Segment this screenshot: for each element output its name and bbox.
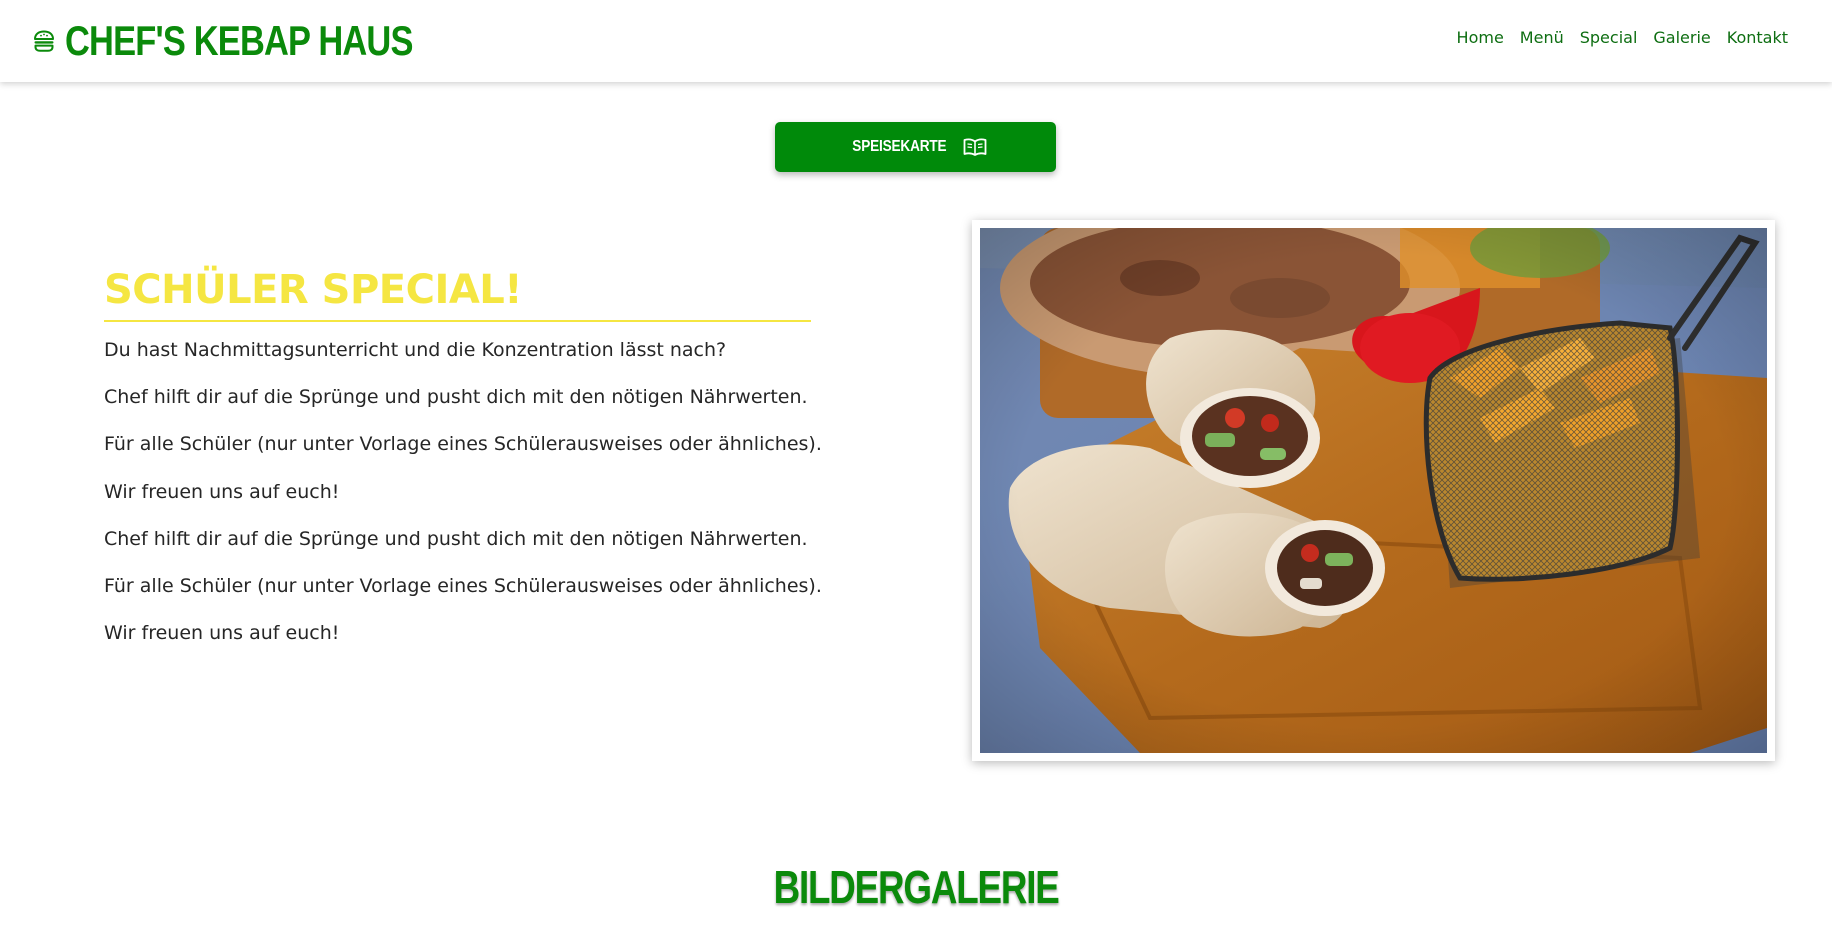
gallery-title: BILDERGALERIE <box>773 861 1060 913</box>
nav-link-home[interactable]: Home <box>1457 28 1504 47</box>
special-text-line: Für alle Schüler (nur unter Vorlage eine… <box>104 433 822 456</box>
special-text-line: Wir freuen uns auf euch! <box>104 622 340 645</box>
gallery-section-heading: BILDERGALERIE <box>0 860 1832 914</box>
special-text-line: Für alle Schüler (nur unter Vorlage eine… <box>104 574 822 597</box>
special-text-line: Chef hilft dir auf die Sprünge und pusht… <box>104 527 808 550</box>
special-text: Du hast Nachmittagsunterricht und die Ko… <box>104 338 822 668</box>
main-nav: Home Menü Special Galerie Kontakt <box>1457 28 1788 47</box>
special-text-line: Du hast Nachmittagsunterricht und die Ko… <box>104 339 727 361</box>
special-title: SCHÜLER SPECIAL! <box>104 266 811 322</box>
special-text-line: Chef hilft dir auf die Sprünge und pusht… <box>104 386 808 409</box>
special-text-line: Wir freuen uns auf euch! <box>104 480 340 503</box>
top-navbar: CHEF'S KEBAP HAUS Home Menü Special Gale… <box>0 0 1832 82</box>
brand-name: CHEF'S KEBAP HAUS <box>65 17 413 64</box>
speisekarte-button-label: SPEISEKARTE <box>852 138 947 155</box>
kebab-wrap-photo <box>980 228 1767 753</box>
speisekarte-button[interactable]: SPEISEKARTE <box>775 122 1056 172</box>
student-special-section: SCHÜLER SPECIAL! Du hast Nachmittagsunte… <box>104 266 822 668</box>
nav-link-gallery[interactable]: Galerie <box>1653 28 1710 47</box>
book-open-icon <box>963 138 987 156</box>
burger-icon <box>34 30 54 52</box>
brand-link[interactable]: CHEF'S KEBAP HAUS <box>33 12 489 70</box>
nav-link-contact[interactable]: Kontakt <box>1727 28 1788 47</box>
special-photo-frame <box>972 220 1775 761</box>
nav-link-special[interactable]: Special <box>1580 28 1638 47</box>
nav-link-menu[interactable]: Menü <box>1520 28 1564 47</box>
